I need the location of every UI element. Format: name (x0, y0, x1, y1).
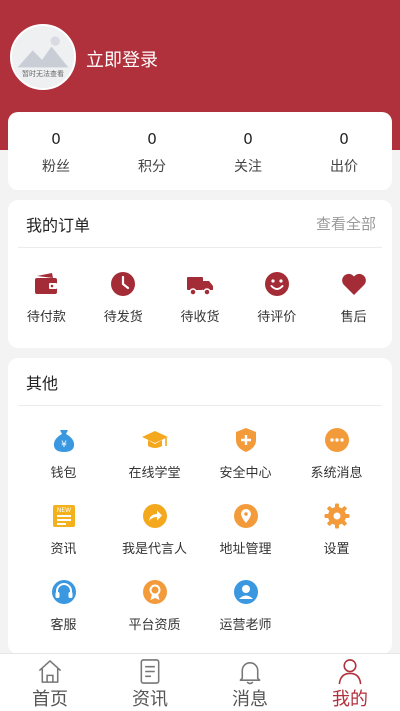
order-label: 待收货 (180, 310, 220, 325)
grid-item-system-messages[interactable]: 系统消息 (291, 420, 382, 496)
order-pending-review[interactable]: 待评价 (238, 270, 315, 325)
grid-item-wallet[interactable]: ¥ 钱包 (18, 420, 109, 496)
grid-label: 设置 (323, 542, 350, 557)
location-pin-icon (233, 504, 258, 528)
grid-item-spokesperson[interactable]: 我是代言人 (109, 496, 200, 572)
money-bag-icon: ¥ (53, 430, 74, 452)
grid-item-customer-service[interactable]: 客服 (18, 572, 109, 648)
login-link[interactable]: 立即登录 (86, 46, 158, 72)
order-label: 待付款 (26, 310, 66, 325)
heart-icon (341, 273, 366, 295)
grid-item-platform-qualification[interactable]: 平台资质 (109, 572, 200, 648)
avatar-caption: 暂时无法查看 (22, 70, 64, 78)
wallet-icon (35, 273, 58, 294)
grid-label: 安全中心 (219, 466, 272, 481)
svg-text:NEW: NEW (56, 507, 70, 514)
truck-icon (186, 277, 213, 296)
bell-icon (239, 662, 261, 685)
chat-bubble-icon (324, 428, 349, 452)
grid-item-security-center[interactable]: 安全中心 (200, 420, 291, 496)
tab-messages[interactable]: 消息 (200, 654, 300, 711)
orders-header: 我的订单 查看全部 (18, 200, 382, 248)
avatar[interactable]: 暂时无法查看 (10, 24, 76, 90)
stat-bids[interactable]: 0 出价 (296, 112, 392, 190)
stat-following[interactable]: 0 关注 (200, 112, 296, 190)
svg-text:¥: ¥ (61, 440, 67, 450)
stat-fans[interactable]: 0 粉丝 (8, 112, 104, 190)
order-pending-shipment[interactable]: 待发货 (85, 270, 162, 325)
order-label: 待评价 (257, 310, 297, 325)
tab-news[interactable]: 资讯 (100, 654, 200, 711)
stat-label: 关注 (234, 159, 262, 175)
order-after-sales[interactable]: 售后 (315, 270, 392, 325)
tab-me[interactable]: 我的 (300, 654, 400, 711)
grid-label: 我是代言人 (121, 542, 187, 557)
grid-label: 客服 (50, 618, 77, 633)
grid-item-news[interactable]: NEW 资讯 (18, 496, 109, 572)
grid-label: 在线学堂 (128, 466, 181, 481)
news-icon: NEW (52, 505, 75, 527)
stat-value: 0 (51, 130, 61, 148)
grid-label: 地址管理 (219, 542, 272, 557)
grid-label: 系统消息 (310, 466, 363, 481)
tab-home[interactable]: 首页 (0, 654, 100, 711)
others-card: 其他 ¥ 钱包 在线学堂 安全中心 系统消息 NEW 资讯 我是代言人 地址管理… (8, 358, 392, 654)
clock-icon (111, 272, 136, 296)
grid-label: 平台资质 (128, 618, 181, 633)
gear-icon (324, 503, 349, 529)
stat-value: 0 (147, 130, 157, 148)
order-pending-receipt[interactable]: 待收货 (162, 270, 239, 325)
order-pending-payment[interactable]: 待付款 (8, 270, 85, 325)
stat-points[interactable]: 0 积分 (104, 112, 200, 190)
grid-item-online-school[interactable]: 在线学堂 (109, 420, 200, 496)
orders-card: 我的订单 查看全部 待付款 待发货 待收货 待评价 售后 (8, 200, 392, 348)
status-bar (0, 0, 400, 10)
bottom-tab-bar: 首页 资讯 消息 我的 (0, 653, 400, 711)
grid-label: 资讯 (50, 542, 77, 557)
stat-value: 0 (339, 130, 349, 148)
document-icon (140, 659, 160, 684)
others-header: 其他 (18, 358, 382, 406)
person-icon (338, 659, 362, 685)
order-label: 售后 (340, 310, 367, 325)
grid-item-address-management[interactable]: 地址管理 (200, 496, 291, 572)
certificate-icon (142, 580, 167, 604)
stats-card: 0 粉丝 0 积分 0 关注 0 出价 (8, 112, 392, 190)
headset-icon (51, 580, 76, 604)
grid-label: 钱包 (50, 466, 77, 481)
graduation-cap-icon (141, 431, 168, 448)
grid-item-settings[interactable]: 设置 (291, 496, 382, 572)
stat-label: 粉丝 (42, 159, 70, 175)
grid-item-operations-teacher[interactable]: 运营老师 (200, 572, 291, 648)
orders-title: 我的订单 (26, 215, 91, 235)
tab-label: 消息 (232, 689, 268, 710)
teacher-icon (233, 580, 258, 604)
smile-icon (264, 272, 289, 296)
others-title: 其他 (26, 373, 59, 393)
stat-label: 出价 (330, 159, 358, 175)
stat-value: 0 (243, 130, 253, 148)
tab-label: 我的 (332, 689, 368, 710)
tab-label: 资讯 (132, 689, 168, 710)
home-icon (38, 660, 62, 683)
tab-label: 首页 (32, 689, 68, 710)
view-all-orders-link[interactable]: 查看全部 (316, 213, 376, 234)
grid-label: 运营老师 (219, 618, 272, 633)
stat-label: 积分 (138, 159, 166, 175)
shield-icon (235, 428, 256, 452)
share-arrow-icon (142, 504, 167, 528)
order-label: 待发货 (103, 310, 143, 325)
